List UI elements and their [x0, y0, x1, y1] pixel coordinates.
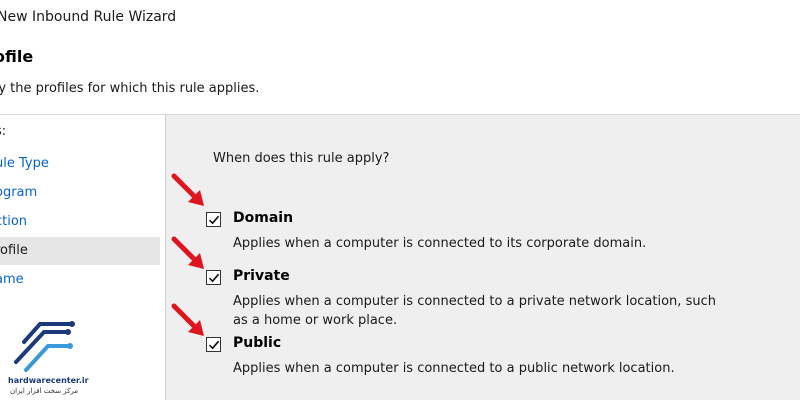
checkmark-icon — [208, 273, 220, 283]
checkmark-icon — [208, 215, 220, 225]
title-bar: New Inbound Rule Wizard — [0, 0, 800, 38]
step-name[interactable]: ame — [0, 266, 160, 294]
content-pane: When does this rule apply? Domain Applie… — [166, 115, 800, 400]
private-description: Applies when a computer is connected to … — [233, 294, 716, 328]
domain-label[interactable]: Domain — [233, 210, 293, 226]
private-label[interactable]: Private — [233, 268, 290, 284]
page-title: ofile — [0, 47, 34, 66]
public-label[interactable]: Public — [233, 335, 281, 351]
step-program[interactable]: ogram — [0, 179, 160, 207]
watermark-subtitle: مرکز سخت افزار ایران — [10, 387, 79, 395]
checkmark-icon — [208, 340, 220, 350]
window-title: New Inbound Rule Wizard — [0, 9, 177, 25]
red-arrow-icon — [171, 236, 204, 269]
red-arrow-icon — [171, 303, 204, 336]
step-profile[interactable]: rofile — [0, 237, 160, 265]
step-rule-type[interactable]: ule Type — [0, 150, 160, 178]
steps-header: s: — [0, 124, 7, 139]
page-subtitle: fy the profiles for which this rule appl… — [0, 81, 260, 96]
question-label: When does this rule apply? — [213, 151, 390, 166]
domain-description: Applies when a computer is connected to … — [233, 236, 647, 251]
step-action[interactable]: ction — [0, 208, 160, 236]
red-arrow-icon — [171, 173, 204, 206]
domain-checkbox[interactable] — [206, 212, 221, 227]
public-description: Applies when a computer is connected to … — [233, 361, 675, 376]
watermark-name: hardwarecenter.ir — [8, 376, 89, 385]
